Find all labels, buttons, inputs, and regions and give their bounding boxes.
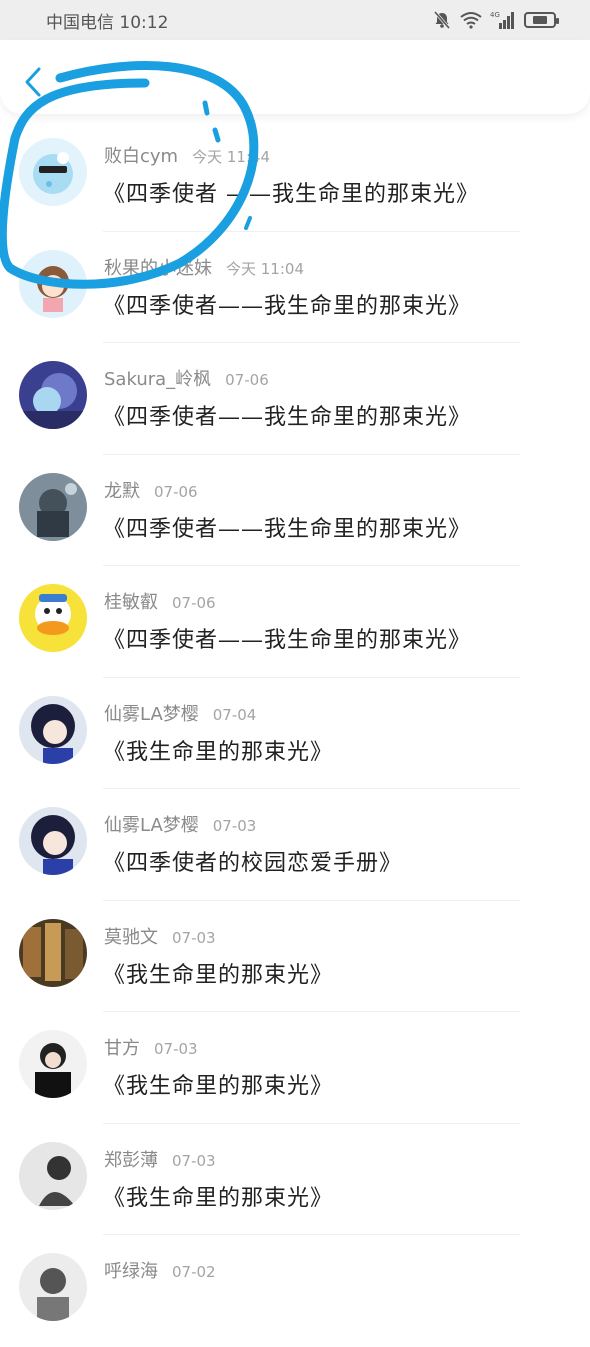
item-title[interactable]: 《我生命里的那束光》 bbox=[103, 1180, 333, 1212]
item-meta: 仙雾LA梦樱 07-04 bbox=[104, 700, 256, 726]
user-name[interactable]: 仙雾LA梦樱 bbox=[104, 815, 199, 836]
item-meta: 莫驰文 07-03 bbox=[104, 923, 216, 949]
item-title[interactable]: 《我生命里的那束光》 bbox=[103, 957, 333, 989]
avatar[interactable] bbox=[19, 472, 87, 541]
item-meta: 桂敏叡 07-06 bbox=[104, 588, 216, 614]
chevron-left-icon bbox=[25, 67, 41, 97]
item-meta: 仙雾LA梦樱 07-03 bbox=[104, 811, 256, 837]
item-title[interactable]: 《四季使者——我生命里的那束光》 bbox=[103, 622, 471, 654]
item-title[interactable]: 《四季使者——我生命里的那束光》 bbox=[103, 399, 471, 431]
bell-muted-icon bbox=[432, 10, 452, 30]
timestamp: 今天 11:04 bbox=[226, 259, 304, 278]
user-name[interactable]: 呼绿海 bbox=[104, 1261, 158, 1282]
status-icons: 4G bbox=[432, 10, 559, 30]
wifi-icon bbox=[460, 11, 482, 29]
status-bar: 中国电信 10:12 4G bbox=[0, 0, 590, 40]
user-name[interactable]: 郑彭薄 bbox=[104, 1150, 158, 1171]
list-item[interactable]: Sakura_岭枫 07-06 《四季使者——我生命里的那束光》 bbox=[0, 343, 590, 455]
list-item[interactable]: 仙雾LA梦樱 07-04 《我生命里的那束光》 bbox=[0, 678, 590, 789]
item-title[interactable]: 《四季使者 ——我生命里的那束光》 bbox=[103, 176, 479, 208]
item-meta: 败白cym 今天 11:44 bbox=[104, 142, 270, 168]
battery-icon bbox=[524, 12, 559, 28]
item-title[interactable]: 《四季使者——我生命里的那束光》 bbox=[103, 288, 471, 320]
avatar[interactable] bbox=[19, 695, 87, 764]
network-label: 4G bbox=[490, 11, 500, 19]
list-item[interactable]: 甘方 07-03 《我生命里的那束光》 bbox=[0, 1012, 590, 1124]
list-item[interactable]: 秋果的小迷妹 今天 11:04 《四季使者——我生命里的那束光》 bbox=[0, 232, 590, 343]
item-title[interactable]: 《四季使者的校园恋爱手册》 bbox=[103, 845, 402, 877]
user-name[interactable]: 桂敏叡 bbox=[104, 592, 158, 613]
avatar[interactable] bbox=[19, 918, 87, 987]
item-meta: 甘方 07-03 bbox=[104, 1034, 198, 1060]
timestamp: 07-03 bbox=[154, 1040, 198, 1058]
user-name[interactable]: 莫驰文 bbox=[104, 927, 158, 948]
item-title[interactable]: 《四季使者——我生命里的那束光》 bbox=[103, 511, 471, 543]
timestamp: 07-04 bbox=[212, 705, 257, 724]
timestamp: 07-02 bbox=[172, 1263, 216, 1281]
item-title[interactable]: 《我生命里的那束光》 bbox=[103, 1068, 333, 1100]
timestamp: 07-06 bbox=[172, 594, 216, 612]
timestamp: 07-06 bbox=[154, 482, 198, 501]
comment-list: 败白cym 今天 11:44 《四季使者 ——我生命里的那束光》 秋果的小迷妹 今天… bbox=[0, 120, 590, 1347]
avatar[interactable] bbox=[19, 1030, 87, 1098]
carrier-time: 中国电信 10:12 bbox=[46, 12, 169, 33]
avatar[interactable] bbox=[19, 1141, 87, 1210]
user-name[interactable]: 龙默 bbox=[104, 481, 140, 502]
timestamp: 07-03 bbox=[172, 928, 216, 947]
avatar[interactable] bbox=[19, 249, 87, 318]
timestamp: 07-03 bbox=[212, 817, 257, 835]
item-meta: Sakura_岭枫 07-06 bbox=[104, 365, 269, 391]
list-item[interactable]: 龙默 07-06 《四季使者——我生命里的那束光》 bbox=[0, 455, 590, 566]
item-title[interactable]: 《我生命里的那束光》 bbox=[103, 734, 333, 766]
avatar[interactable] bbox=[19, 138, 87, 206]
item-meta: 龙默 07-06 bbox=[104, 477, 198, 503]
item-meta: 呼绿海 07-02 bbox=[104, 1257, 216, 1283]
user-name[interactable]: 甘方 bbox=[104, 1038, 140, 1059]
timestamp: 今天 11:44 bbox=[192, 148, 271, 166]
avatar[interactable] bbox=[19, 584, 87, 652]
signal-icon: 4G bbox=[490, 10, 516, 30]
timestamp: 07-03 bbox=[172, 1151, 216, 1170]
list-item[interactable]: 桂敏叡 07-06 《四季使者——我生命里的那束光》 bbox=[0, 566, 590, 678]
back-button[interactable] bbox=[18, 62, 48, 102]
user-name[interactable]: 仙雾LA梦樱 bbox=[104, 704, 199, 725]
item-meta: 秋果的小迷妹 今天 11:04 bbox=[104, 254, 304, 280]
header bbox=[0, 40, 590, 114]
item-meta: 郑彭薄 07-03 bbox=[104, 1146, 216, 1172]
avatar[interactable] bbox=[19, 361, 87, 429]
list-item[interactable]: 郑彭薄 07-03 《我生命里的那束光》 bbox=[0, 1124, 590, 1235]
user-name[interactable]: 败白cym bbox=[104, 146, 178, 167]
battery-level bbox=[532, 16, 548, 24]
list-item[interactable]: 仙雾LA梦樱 07-03 《四季使者的校园恋爱手册》 bbox=[0, 789, 590, 901]
avatar[interactable] bbox=[19, 1253, 87, 1321]
user-name[interactable]: 秋果的小迷妹 bbox=[104, 258, 212, 279]
user-name[interactable]: Sakura_岭枫 bbox=[104, 369, 211, 390]
list-item[interactable]: 莫驰文 07-03 《我生命里的那束光》 bbox=[0, 901, 590, 1012]
list-item[interactable]: 呼绿海 07-02 bbox=[0, 1235, 590, 1347]
timestamp: 07-06 bbox=[225, 371, 269, 389]
list-item[interactable]: 败白cym 今天 11:44 《四季使者 ——我生命里的那束光》 bbox=[0, 120, 590, 232]
avatar[interactable] bbox=[19, 807, 87, 875]
